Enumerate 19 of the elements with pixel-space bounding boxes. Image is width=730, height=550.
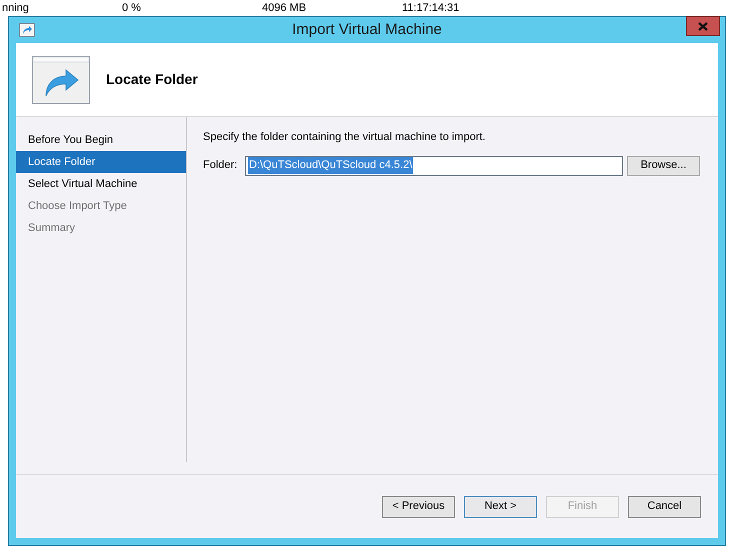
wizard-button[interactable]: < Previous <box>382 496 455 518</box>
close-button[interactable] <box>686 16 720 36</box>
background-text: 11:17:14:31 <box>402 2 460 14</box>
close-icon <box>698 22 708 30</box>
instruction-text: Specify the folder containing the virtual machine to import. <box>203 130 486 145</box>
folder-path-field[interactable]: D:\QuTScloud\QuTScloud c4.5.2\ <box>245 156 623 176</box>
window-app-icon <box>19 23 35 37</box>
wizard-button[interactable]: Cancel <box>628 496 701 518</box>
page-heading: Locate Folder <box>106 70 198 89</box>
wizard-step[interactable]: Select Virtual Machine <box>16 173 186 195</box>
browse-button[interactable]: Browse... <box>627 156 700 176</box>
wizard-step[interactable]: Locate Folder <box>16 151 186 173</box>
wizard-step[interactable]: Before You Begin <box>16 129 186 151</box>
background-text: 0 % <box>122 2 142 14</box>
background-text: 4096 MB <box>262 2 308 14</box>
background-text: nning <box>2 2 30 14</box>
window-title: Import Virtual Machine <box>292 20 442 40</box>
folder-label: Folder: <box>203 158 238 174</box>
wizard-button[interactable]: Next > <box>464 496 537 518</box>
